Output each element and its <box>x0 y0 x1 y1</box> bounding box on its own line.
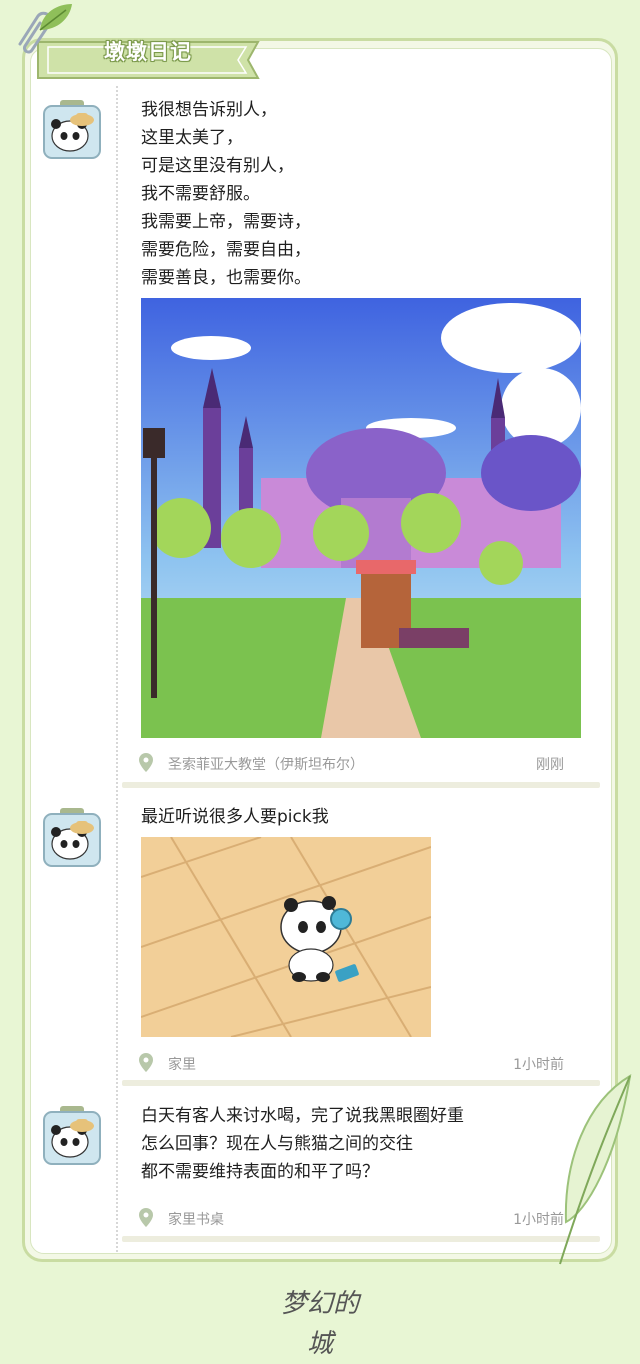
post-text: 最近听说很多人要pick我 <box>141 807 329 827</box>
location-pin-icon <box>139 1053 153 1072</box>
feather-quill-icon <box>559 1074 632 1265</box>
post-location-row: 家里 1小时前 <box>138 1053 568 1073</box>
location-label: 家里书桌 <box>168 1212 224 1228</box>
timestamp: 刚刚 <box>536 757 564 773</box>
location-pin-icon <box>139 1208 153 1227</box>
panda-floor-image[interactable] <box>141 837 431 1037</box>
post-text: 白天有客人来讨水喝，完了说我黑眼圈好重 怎么回事？现在人与熊猫之间的交往 都不需… <box>141 1106 464 1182</box>
game-logo: 梦幻的城 <box>280 1289 359 1359</box>
post-text: 我很想告诉别人， 这里太美了， 可是这里没有别人， 我不需要舒服。 我需要上帝，… <box>141 100 311 288</box>
post-separator <box>122 782 600 788</box>
post-location-row: 家里书桌 1小时前 <box>138 1208 568 1228</box>
leaf-icon <box>39 4 72 31</box>
hagia-sophia-image[interactable] <box>141 298 581 738</box>
location-pin-icon <box>139 753 153 772</box>
timestamp: 1小时前 <box>513 1057 564 1073</box>
panda-avatar-icon[interactable] <box>42 1104 102 1166</box>
location-label: 家里 <box>168 1057 196 1073</box>
page-title: 墩墩日记 <box>104 40 192 64</box>
post-separator <box>122 1080 600 1086</box>
post-separator <box>122 1236 600 1242</box>
post-location-row: 圣索菲亚大教堂（伊斯坦布尔） 刚刚 <box>138 753 568 773</box>
timeline-divider <box>116 86 118 1252</box>
panda-avatar-icon[interactable] <box>42 98 102 160</box>
panda-avatar-icon[interactable] <box>42 806 102 868</box>
location-label: 圣索菲亚大教堂（伊斯坦布尔） <box>168 757 364 773</box>
